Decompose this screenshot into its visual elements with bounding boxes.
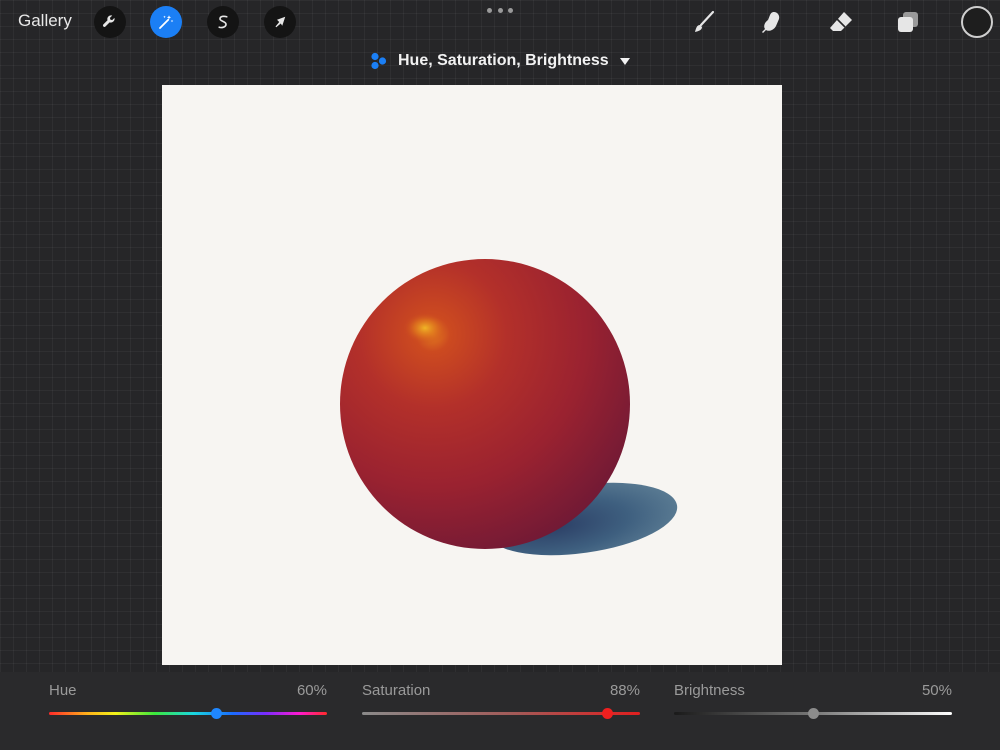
hue-knob[interactable] bbox=[210, 708, 222, 719]
eraser-icon[interactable] bbox=[826, 7, 856, 37]
adjustment-dots-icon bbox=[371, 52, 387, 70]
saturation-label: Saturation bbox=[362, 682, 431, 699]
hue-label: Hue bbox=[49, 682, 77, 699]
color-picker-swatch[interactable] bbox=[961, 6, 993, 38]
arrow-cursor-icon[interactable] bbox=[264, 6, 296, 38]
wrench-icon[interactable] bbox=[94, 6, 126, 38]
brush-icon[interactable] bbox=[689, 7, 719, 37]
saturation-value: 88% bbox=[609, 682, 640, 699]
chevron-down-icon bbox=[619, 58, 630, 65]
gallery-button[interactable]: Gallery bbox=[18, 11, 72, 31]
hue-value: 60% bbox=[296, 682, 327, 699]
adjustment-panel bbox=[0, 672, 1000, 750]
hue-track[interactable] bbox=[49, 712, 327, 715]
drawing-canvas[interactable] bbox=[162, 85, 782, 665]
saturation-track[interactable] bbox=[362, 712, 640, 715]
artwork-sphere bbox=[340, 259, 678, 556]
top-toolbar: Gallery bbox=[0, 0, 1000, 44]
smudge-finger-icon[interactable] bbox=[757, 7, 787, 37]
adjustment-title: Hue, Saturation, Brightness bbox=[398, 52, 609, 69]
adjustment-mode-selector[interactable]: Hue, Saturation, Brightness bbox=[370, 51, 631, 71]
selection-s-icon[interactable] bbox=[207, 6, 239, 38]
brightness-label: Brightness bbox=[674, 682, 745, 699]
layers-icon[interactable] bbox=[893, 7, 923, 37]
saturation-knob[interactable] bbox=[601, 708, 613, 719]
magic-wand-icon[interactable] bbox=[150, 6, 182, 38]
more-options-icon[interactable] bbox=[487, 8, 513, 18]
brightness-knob[interactable] bbox=[808, 708, 819, 719]
brightness-value: 50% bbox=[921, 682, 952, 699]
